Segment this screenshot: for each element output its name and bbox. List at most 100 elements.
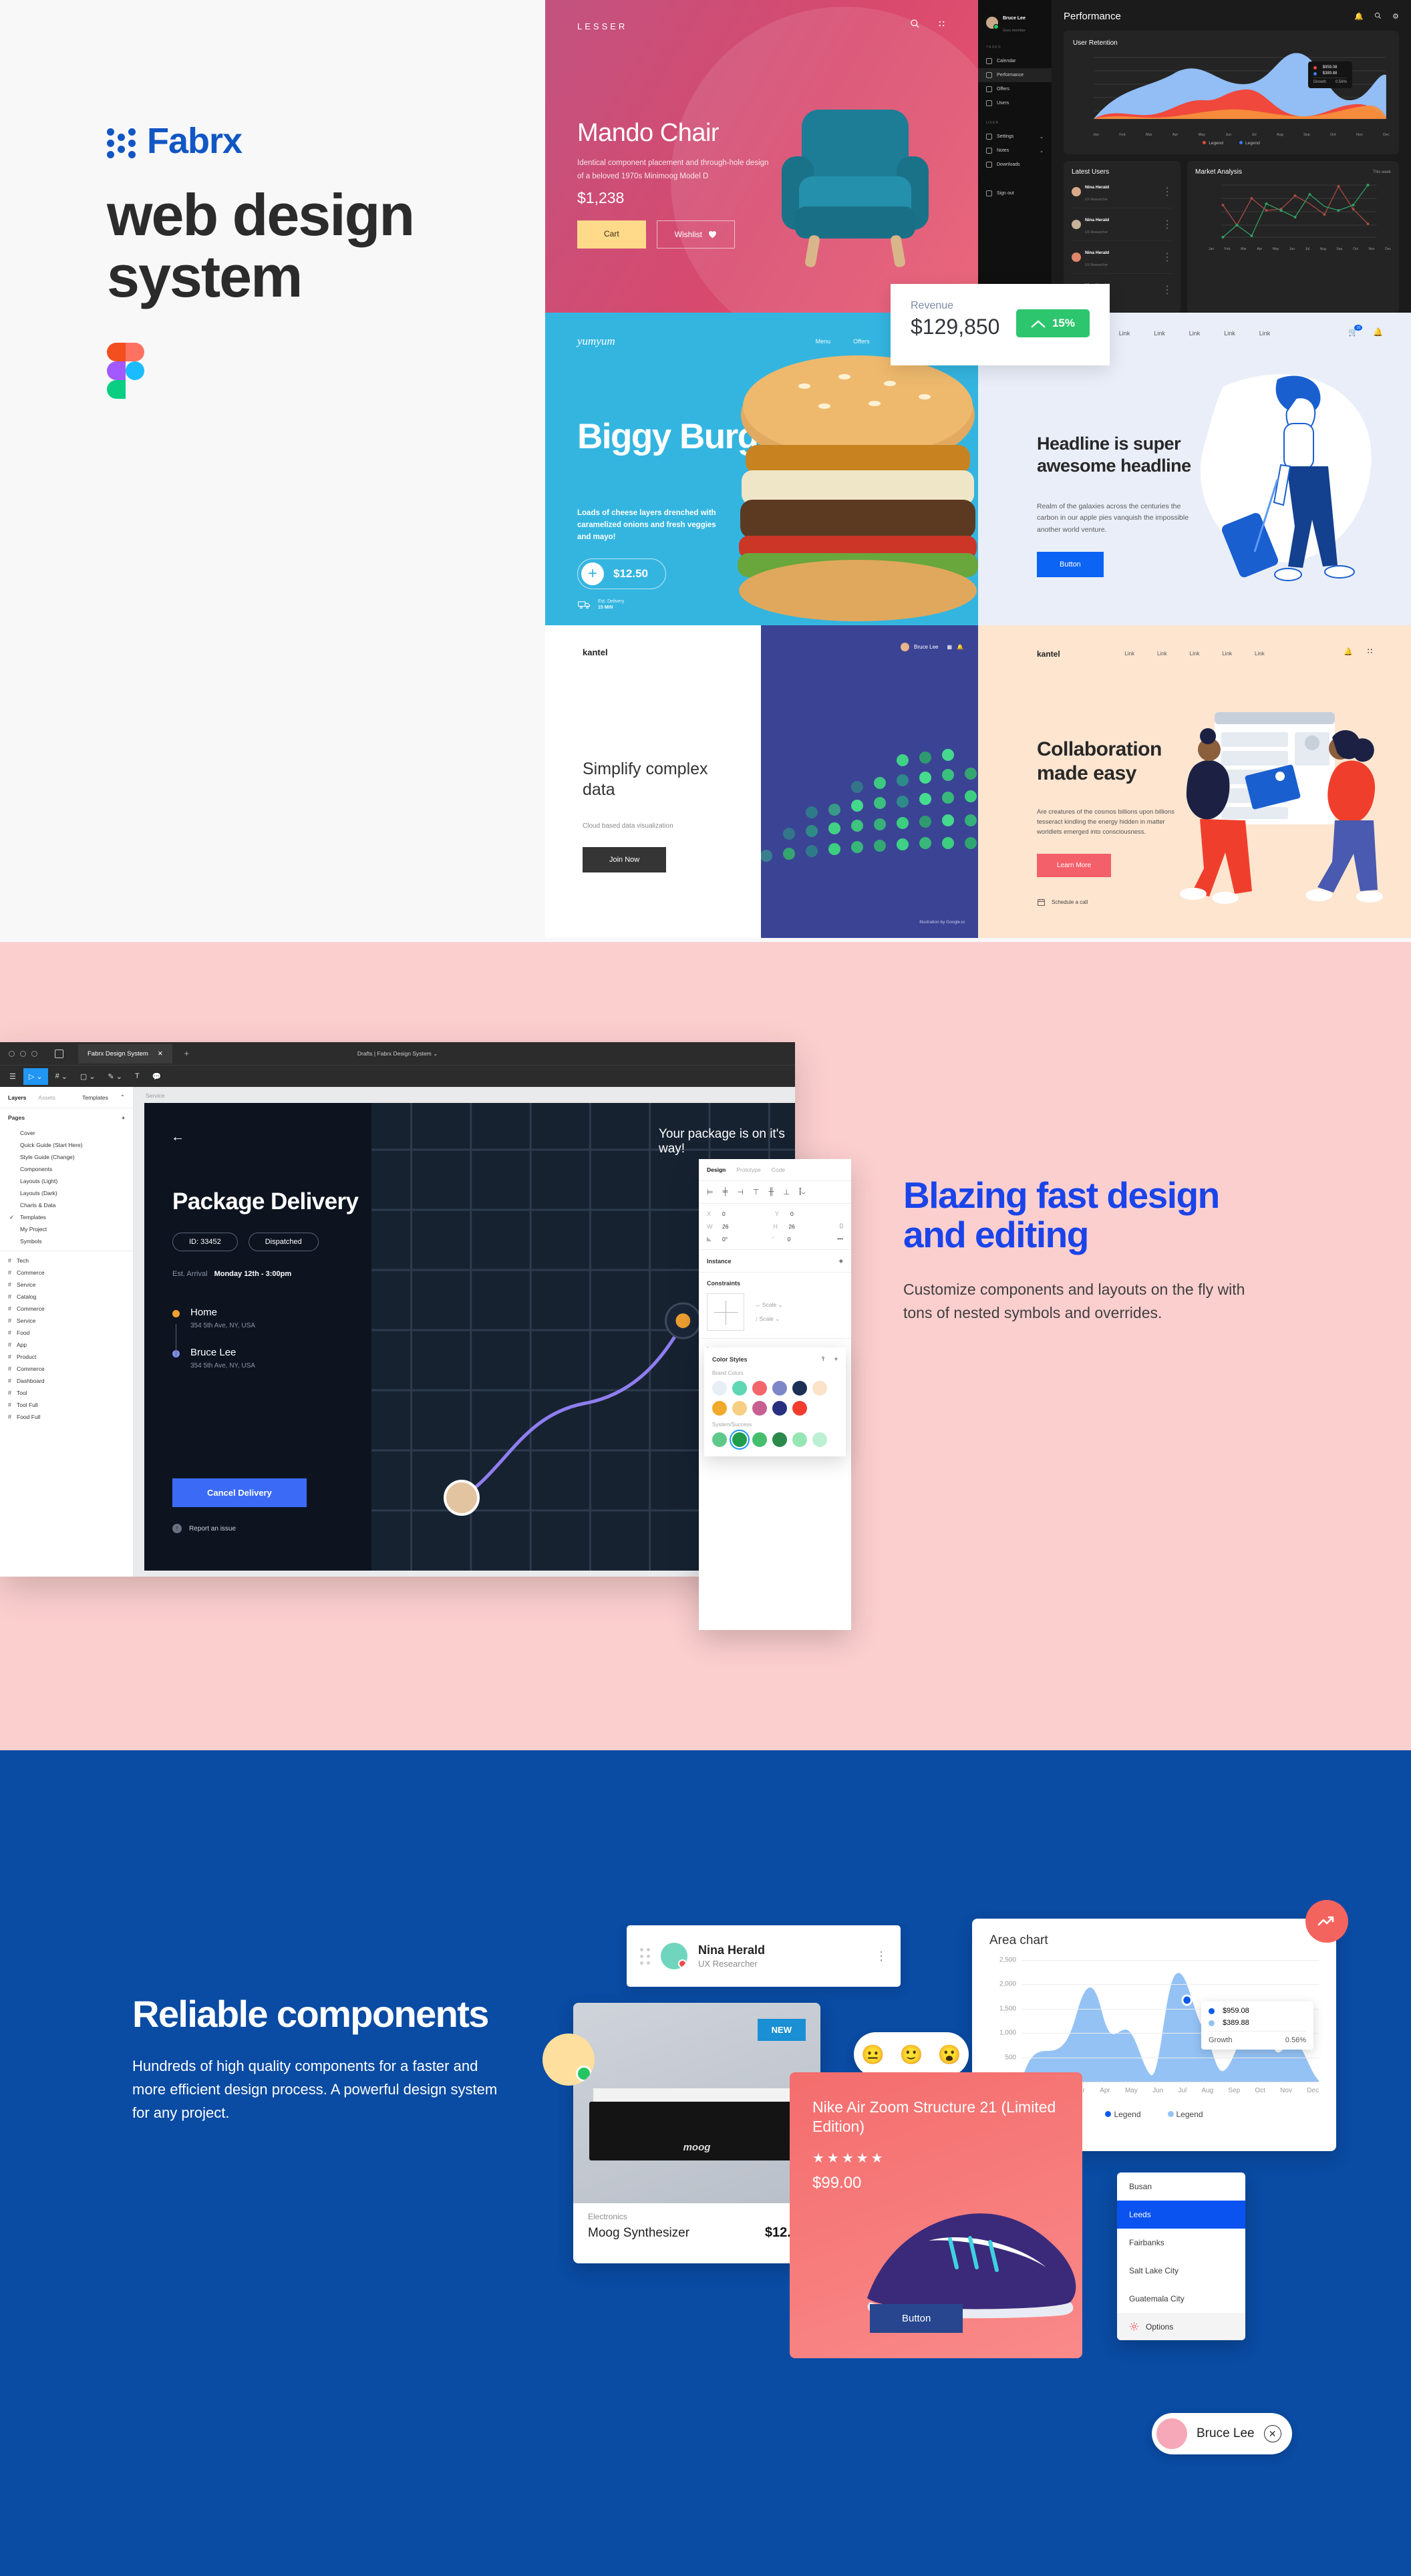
brand-swatch[interactable]: [712, 1401, 727, 1416]
close-icon[interactable]: ✕: [158, 1050, 163, 1058]
schedule-call-link[interactable]: Schedule a call: [1037, 898, 1088, 907]
layer-item[interactable]: # Dashboard: [0, 1375, 133, 1387]
layer-item[interactable]: # Catalog: [0, 1291, 133, 1303]
layer-item[interactable]: # App: [0, 1339, 133, 1351]
product-card-moog[interactable]: NEW moog Electronics Moog Synthesizer $1…: [573, 2003, 820, 2263]
learn-more-button[interactable]: Learn More: [1037, 854, 1112, 877]
chevron-up-icon[interactable]: ⌃: [120, 1094, 125, 1101]
page-item-style-guide[interactable]: Style Guide (Change): [0, 1151, 133, 1163]
success-swatch-selected[interactable]: [732, 1432, 747, 1447]
success-swatch[interactable]: [772, 1432, 787, 1447]
page-item-quick-guide[interactable]: Quick Guide (Start Here): [0, 1139, 133, 1151]
rotation-value[interactable]: 0°: [722, 1236, 728, 1243]
figma-window[interactable]: Fabrx Design System ✕ + Drafts | Fabrx D…: [0, 1042, 795, 1577]
dashboard-user[interactable]: Bruce Lee Guru member: [978, 11, 1052, 35]
w-value[interactable]: 26: [722, 1223, 728, 1230]
burger-add-price-button[interactable]: + $12.50: [577, 558, 666, 589]
wishlist-button[interactable]: Wishlist: [656, 220, 736, 249]
sidebar-item-performance[interactable]: Performance: [978, 68, 1052, 82]
align-bottom-icon[interactable]: ⊥: [783, 1188, 790, 1196]
window-controls[interactable]: [0, 1050, 37, 1057]
search-icon[interactable]: [1374, 12, 1382, 19]
back-arrow-icon[interactable]: ←: [171, 1130, 184, 1145]
add-style-icon[interactable]: +: [834, 1355, 838, 1362]
tab-code[interactable]: Code: [772, 1166, 785, 1173]
x-value[interactable]: 0: [722, 1211, 726, 1217]
bell-icon[interactable]: 🔔: [1373, 327, 1383, 337]
layer-item[interactable]: # Tech: [0, 1255, 133, 1267]
success-swatch[interactable]: [812, 1432, 827, 1447]
align-top-icon[interactable]: ⊤: [753, 1188, 760, 1196]
brand-swatch[interactable]: [812, 1381, 827, 1396]
dropdown-item-busan[interactable]: Busan: [1117, 2172, 1245, 2201]
align-middle-v-icon[interactable]: ╫: [769, 1188, 774, 1196]
page-item-components[interactable]: Components: [0, 1163, 133, 1175]
brand-swatch[interactable]: [772, 1381, 787, 1396]
package-delivery-frame[interactable]: Your package is on it's way! ← Package D…: [144, 1103, 795, 1571]
sidebar-item-users[interactable]: Users: [978, 96, 1052, 110]
layer-item[interactable]: # Commerce: [0, 1303, 133, 1315]
distribute-icon[interactable]: ⫿⌄: [799, 1188, 805, 1196]
emoji-neutral-icon[interactable]: 😐: [861, 2044, 885, 2066]
layer-item[interactable]: # Food: [0, 1327, 133, 1339]
success-swatch[interactable]: [792, 1432, 807, 1447]
dropdown-item-guatemala-city[interactable]: Guatemala City: [1117, 2285, 1245, 2313]
figma-left-panel[interactable]: Layers Assets Templates ⌃ Pages + Cover Q…: [0, 1087, 134, 1577]
constraint-horizontal[interactable]: ↔ Scale ⌄: [755, 1301, 783, 1309]
success-swatch[interactable]: [752, 1432, 767, 1447]
nav-link[interactable]: Link: [1190, 651, 1200, 657]
dropdown-options-row[interactable]: Options: [1117, 2313, 1245, 2340]
nav-link[interactable]: Offers: [853, 338, 869, 345]
nav-link[interactable]: Link: [1154, 330, 1165, 337]
nav-link[interactable]: Link: [1222, 651, 1232, 657]
instance-section[interactable]: Instance ◈: [699, 1250, 851, 1273]
kebab-menu-icon[interactable]: ⋮: [1162, 185, 1172, 198]
simplify-user[interactable]: Bruce Lee ▦ 🔔: [901, 643, 963, 651]
nav-link[interactable]: Link: [1224, 330, 1235, 337]
page-item-my-project[interactable]: My Project: [0, 1223, 133, 1235]
y-value[interactable]: 0: [790, 1211, 794, 1217]
brand-swatch[interactable]: [752, 1401, 767, 1416]
bell-icon[interactable]: 🔔: [957, 644, 963, 650]
tab-assets[interactable]: Assets: [38, 1094, 55, 1101]
tab-layers[interactable]: Layers: [8, 1094, 26, 1101]
reaction-bar[interactable]: 😐 🙂 😮: [854, 2032, 969, 2076]
layer-item[interactable]: # Tool: [0, 1387, 133, 1399]
sidebar-item-settings[interactable]: Settings ⌄: [978, 130, 1052, 144]
layer-item[interactable]: # Commerce: [0, 1363, 133, 1375]
avatar[interactable]: [542, 2034, 595, 2086]
user-chip[interactable]: Bruce Lee ✕: [1152, 2413, 1292, 2454]
emoji-surprised-icon[interactable]: 😮: [938, 2044, 961, 2066]
showcase-card-dashboard[interactable]: Bruce Lee Guru member TASKS Calendar Per…: [978, 0, 1411, 313]
close-icon[interactable]: ✕: [1263, 2425, 1281, 2442]
kebab-menu-icon[interactable]: ⋮: [1162, 218, 1172, 231]
lock-ratio-icon[interactable]: ⬯: [840, 1223, 843, 1230]
alignment-toolbar[interactable]: ⊨ ╪ ⊣ ⊤ ╫ ⊥ ⫿⌄: [699, 1181, 851, 1204]
dropdown-item-salt-lake-city[interactable]: Salt Lake City: [1117, 2257, 1245, 2285]
sidebar-item-downloads[interactable]: Downloads: [978, 158, 1052, 172]
breadcrumb-file[interactable]: Fabrx Design System: [377, 1050, 431, 1057]
breadcrumb-drafts[interactable]: Drafts: [357, 1050, 373, 1057]
nav-link[interactable]: Menu: [816, 338, 831, 345]
brand-swatch[interactable]: [732, 1401, 747, 1416]
figma-canvas[interactable]: Service Your package is on it's way! ← P…: [134, 1087, 795, 1577]
gear-icon[interactable]: ⚙: [1392, 12, 1399, 21]
kebab-menu-icon[interactable]: ⋮: [1162, 283, 1172, 297]
market-filter-dropdown[interactable]: This week: [1373, 170, 1391, 174]
success-swatch[interactable]: [712, 1432, 727, 1447]
constraints-section[interactable]: Constraints ↔ Scale ⌄ ↕ Scale ⌄: [699, 1273, 851, 1339]
align-right-icon[interactable]: ⊣: [737, 1188, 744, 1196]
nav-link[interactable]: Link: [1189, 330, 1201, 337]
brand-swatch[interactable]: [792, 1381, 807, 1396]
page-item-symbols[interactable]: Symbols: [0, 1235, 133, 1247]
brand-swatch[interactable]: [772, 1401, 787, 1416]
corner-radius-value[interactable]: 0: [788, 1236, 791, 1243]
swap-instance-icon[interactable]: ◈: [838, 1257, 843, 1265]
drag-grip-icon[interactable]: [640, 1947, 650, 1965]
showcase-card-simplify[interactable]: kantel Simplify complex data Cloud based…: [545, 625, 978, 938]
brand-swatch[interactable]: [752, 1381, 767, 1396]
constraints-widget[interactable]: [707, 1293, 744, 1331]
revenue-card[interactable]: Revenue $129,850 15%: [891, 284, 1110, 365]
headline-button[interactable]: Button: [1037, 552, 1104, 577]
figma-toolbar[interactable]: ☰ ▷ ⌄ # ⌄ ▢ ⌄ ✎ ⌄ T 💬: [0, 1065, 795, 1087]
